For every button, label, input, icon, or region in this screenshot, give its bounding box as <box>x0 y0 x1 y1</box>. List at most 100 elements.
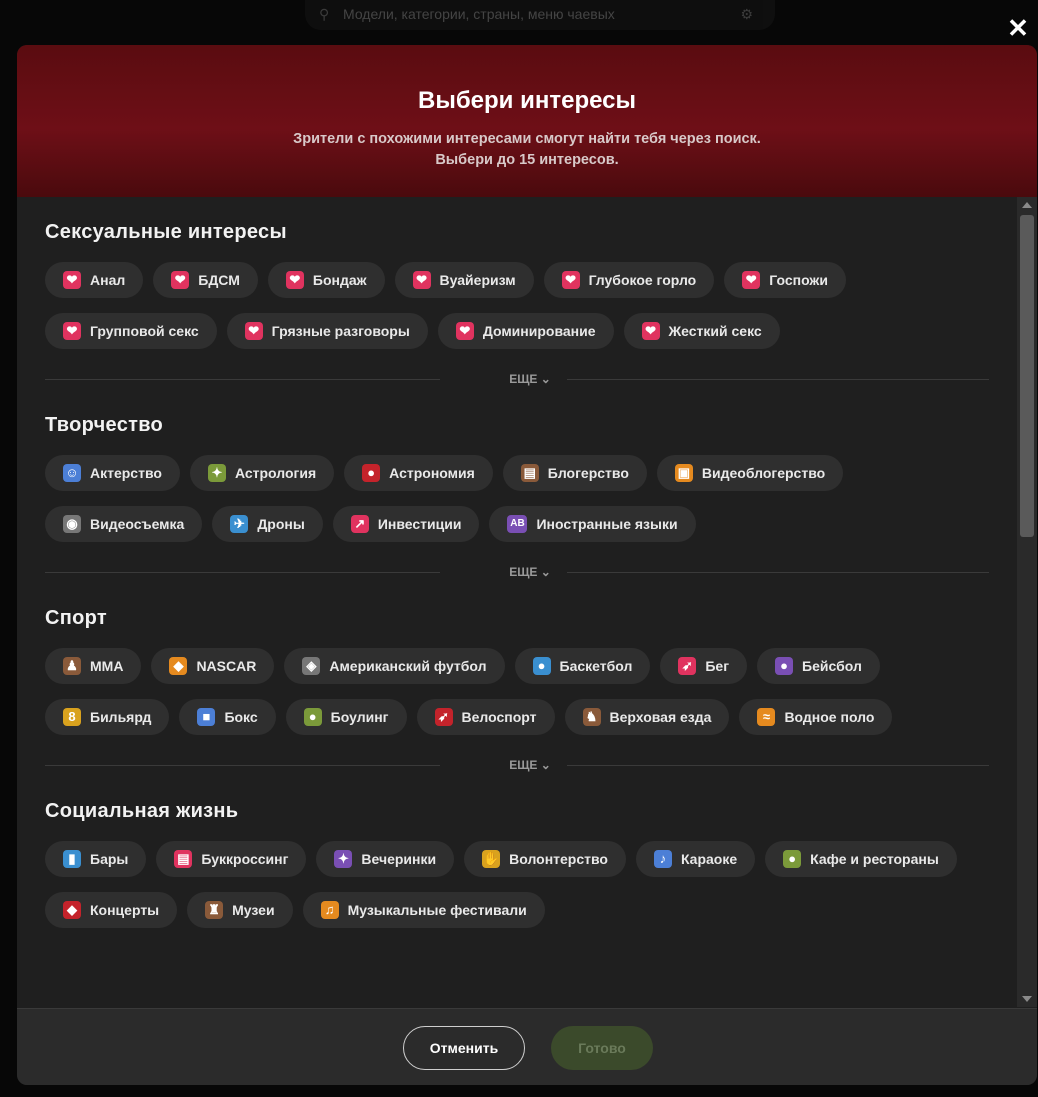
scrollbar[interactable] <box>1017 197 1037 1007</box>
interest-label: Буккроссинг <box>201 851 289 867</box>
interest-chip[interactable]: ✈ Дроны <box>212 506 323 542</box>
interest-chip[interactable]: ▣ Видеоблогерство <box>656 455 844 491</box>
interest-label: Бондаж <box>312 272 367 288</box>
interest-chip[interactable]: ● Бейсбол <box>757 648 880 684</box>
interest-chip[interactable]: ▮ Бары <box>45 841 147 877</box>
interest-chip[interactable]: ♫ Музыкальные фестивали <box>302 892 545 928</box>
interest-icon: ❤ <box>561 271 580 289</box>
interest-chip[interactable]: ❤ Жесткий секс <box>623 313 780 349</box>
search-placeholder: Модели, категории, страны, меню чаевых <box>343 6 615 22</box>
interest-chip[interactable]: ❤ БДСМ <box>153 262 258 298</box>
interest-icon: ♜ <box>205 901 224 919</box>
interest-icon: 8 <box>63 708 81 726</box>
modal-header: Выбери интересы Зрители с похожими интер… <box>17 45 1037 197</box>
interest-icon: ✈ <box>230 515 249 533</box>
interest-label: Глубокое горло <box>588 272 697 288</box>
interest-chip[interactable]: ✦ Астрология <box>189 455 335 491</box>
interest-chip[interactable]: ☺ Актерство <box>45 455 180 491</box>
interest-chip[interactable]: ✋ Волонтерство <box>464 841 626 877</box>
section-2: Спорт ♟ MMA ◆ NASCAR ◈ Американский футбол ● Бас… <box>17 607 1017 776</box>
interest-label: Караоке <box>680 851 738 867</box>
interest-icon: ❤ <box>285 271 304 289</box>
interest-icon: ● <box>362 464 381 482</box>
interest-chip[interactable]: ➶ Велоспорт <box>416 699 555 735</box>
interest-icon: ❤ <box>742 271 761 289</box>
interest-chip[interactable]: ● Астрономия <box>344 455 493 491</box>
interest-chip[interactable]: ● Кафе и рестораны <box>765 841 957 877</box>
interest-chip[interactable]: ▤ Буккроссинг <box>156 841 307 877</box>
interest-label: Верховая езда <box>609 709 712 725</box>
section-0: Сексуальные интересы ❤ Анал ❤ БДСМ ❤ Бондаж ❤ Ву… <box>17 197 1017 390</box>
interest-icon: ◆ <box>169 657 188 675</box>
more-button[interactable]: ЕЩЕ ⌄ <box>490 758 570 772</box>
interest-chip[interactable]: ◈ Американский футбол <box>284 648 505 684</box>
interest-chip[interactable]: ✦ Вечеринки <box>316 841 455 877</box>
interest-label: Видеосъемка <box>90 516 185 532</box>
interest-label: Блогерство <box>547 465 629 481</box>
interest-label: Бейсбол <box>802 658 862 674</box>
interest-chip[interactable]: ♜ Музеи <box>187 892 293 928</box>
interest-chip[interactable]: ❤ Грязные разговоры <box>226 313 428 349</box>
more-button[interactable]: ЕЩЕ ⌄ <box>490 565 570 579</box>
interest-chip[interactable]: ● Боулинг <box>285 699 407 735</box>
interest-chip[interactable]: ❤ Анал <box>45 262 144 298</box>
interest-chip[interactable]: ≈ Водное поло <box>739 699 893 735</box>
divider <box>45 379 440 380</box>
more-row: ЕЩЕ ⌄ <box>45 756 989 776</box>
more-button[interactable]: ЕЩЕ ⌄ <box>490 372 570 386</box>
done-button[interactable]: Готово <box>551 1026 653 1070</box>
scrollbar-thumb[interactable] <box>1020 215 1034 537</box>
interest-icon: ♞ <box>582 708 601 726</box>
interest-chip[interactable]: ❤ Групповой секс <box>45 313 217 349</box>
interest-icon: ✦ <box>207 464 226 482</box>
interest-label: Актерство <box>90 465 162 481</box>
interest-label: Инвестиции <box>377 516 462 532</box>
interest-chip[interactable]: ◆ NASCAR <box>151 648 275 684</box>
interest-chip[interactable]: ❤ Бондаж <box>267 262 385 298</box>
interest-chip[interactable]: ● Баскетбол <box>514 648 651 684</box>
interest-icon: ● <box>775 657 794 675</box>
interest-chip[interactable]: ➶ Бег <box>660 648 748 684</box>
interest-icon: ✦ <box>334 850 353 868</box>
scroll-down-arrow-icon[interactable] <box>1022 996 1032 1002</box>
interest-label: БДСМ <box>198 272 240 288</box>
interest-icon: ❤ <box>244 322 263 340</box>
interest-chip[interactable]: ◆ Концерты <box>45 892 178 928</box>
modal-footer: Отменить Готово <box>17 1008 1037 1085</box>
interest-chip[interactable]: ❤ Доминирование <box>437 313 614 349</box>
interest-chip[interactable]: 8 Бильярд <box>45 699 170 735</box>
divider <box>45 572 440 573</box>
interest-chip[interactable]: ❤ Глубокое горло <box>543 262 715 298</box>
interest-chip[interactable]: ❤ Вуайеризм <box>394 262 534 298</box>
interest-icon: ❤ <box>171 271 190 289</box>
interest-label: Дроны <box>257 516 305 532</box>
interest-chip[interactable]: ↗ Инвестиции <box>332 506 480 542</box>
interest-chip[interactable]: ❤ Госпожи <box>724 262 846 298</box>
interest-icon: ↗ <box>350 515 369 533</box>
interest-chip[interactable]: ♟ MMA <box>45 648 142 684</box>
interest-chip[interactable]: ▤ Блогерство <box>502 455 647 491</box>
modal-subtitle-line2: Выбери до 15 интересов. <box>435 152 619 168</box>
interest-label: Бокс <box>224 709 258 725</box>
interest-chip[interactable]: ♪ Караоке <box>635 841 756 877</box>
interest-label: Астрономия <box>389 465 475 481</box>
close-icon[interactable]: ✕ <box>1004 14 1032 42</box>
scroll-up-arrow-icon[interactable] <box>1022 202 1032 208</box>
interest-label: NASCAR <box>196 658 257 674</box>
interests-list[interactable]: Сексуальные интересы ❤ Анал ❤ БДСМ ❤ Бондаж ❤ Ву… <box>17 197 1017 1007</box>
interest-chip[interactable]: ■ Бокс <box>179 699 276 735</box>
interest-label: Грязные разговоры <box>271 323 410 339</box>
interest-chip[interactable]: AB Иностранные языки <box>489 506 696 542</box>
interest-label: Музыкальные фестивали <box>347 902 527 918</box>
interest-label: Бильярд <box>90 709 152 725</box>
interest-icon: ◈ <box>302 657 321 675</box>
chip-list: ♟ MMA ◆ NASCAR ◈ Американский футбол ● Баскетбо… <box>45 648 989 750</box>
modal-subtitle-line1: Зрители с похожими интересами смогут най… <box>293 131 761 147</box>
cancel-button[interactable]: Отменить <box>403 1026 525 1070</box>
interest-chip[interactable]: ♞ Верховая езда <box>564 699 730 735</box>
interest-chip[interactable]: ◉ Видеосъемка <box>45 506 203 542</box>
interest-label: Астрология <box>234 465 317 481</box>
interest-label: Волонтерство <box>509 851 608 867</box>
interest-label: Доминирование <box>482 323 596 339</box>
interest-icon: ❤ <box>412 271 431 289</box>
